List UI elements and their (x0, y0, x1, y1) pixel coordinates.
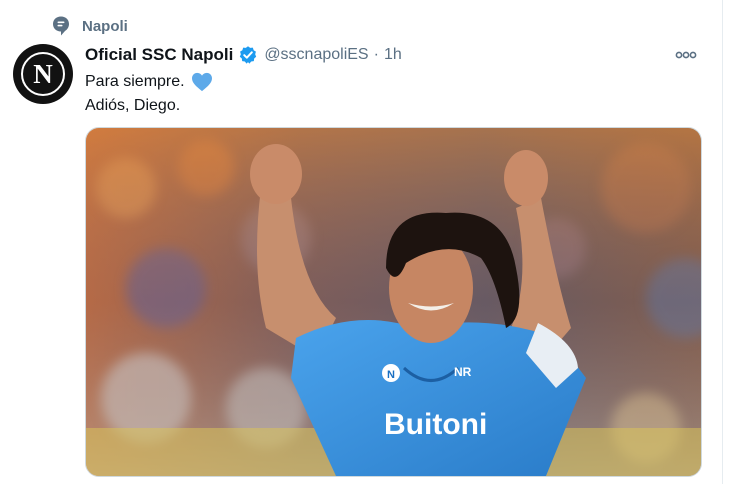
tweet-context[interactable]: Napoli (52, 14, 128, 38)
avatar-letter: N (33, 58, 53, 89)
maradona-photo: N NR Buitoni (86, 128, 701, 476)
blue-heart-icon (191, 72, 212, 92)
handle[interactable]: @sscnapoliES (264, 46, 368, 64)
avatar[interactable]: N (13, 44, 73, 104)
tweet-card[interactable]: Napoli N Oficial SSC Napoli @sscnapoliES… (0, 0, 723, 484)
ssc-napoli-logo: N (21, 52, 65, 96)
jersey-sponsor-text: Buitoni (384, 408, 487, 441)
tweet-header: Oficial SSC Napoli @sscnapoliES · 1h (85, 42, 700, 68)
more-icon (675, 51, 697, 59)
svg-text:N: N (387, 369, 395, 381)
tweet-photo[interactable]: N NR Buitoni (85, 127, 702, 477)
tweet-text-line-2: Adiós, Diego. (85, 94, 213, 118)
tweet-text-line-1: Para siempre. (85, 70, 213, 94)
display-name[interactable]: Oficial SSC Napoli (85, 45, 233, 65)
separator-dot: · (373, 46, 379, 63)
context-label[interactable]: Napoli (82, 18, 128, 35)
tweet-text: Para siempre. Adiós, Diego. (85, 70, 213, 118)
tweet-line-2: Adiós, Diego. (85, 97, 181, 114)
svg-text:NR: NR (454, 365, 472, 379)
timestamp[interactable]: 1h (384, 46, 402, 64)
verified-badge-icon (240, 46, 257, 64)
tweet-line-1: Para siempre. (85, 73, 185, 90)
more-options-button[interactable] (674, 45, 698, 65)
topic-icon (53, 16, 69, 36)
